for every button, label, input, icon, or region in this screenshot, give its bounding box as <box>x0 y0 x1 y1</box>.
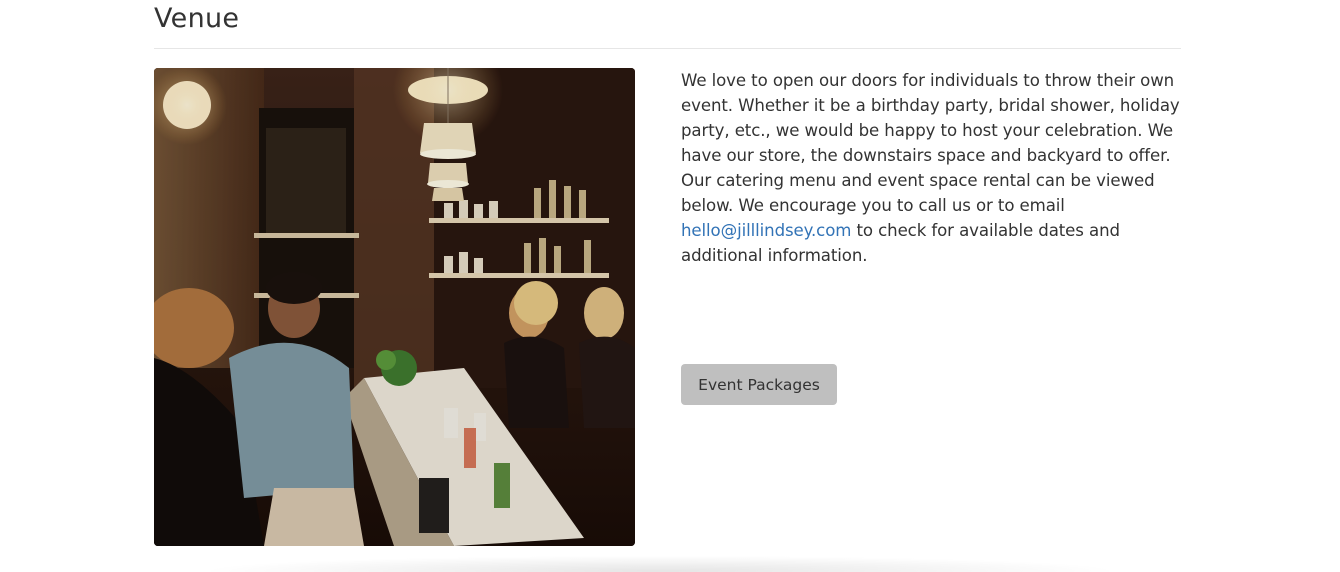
section-title: Venue <box>154 3 240 34</box>
event-packages-button[interactable]: Event Packages <box>681 364 837 405</box>
title-divider <box>154 48 1181 49</box>
venue-section: Venue We love to open our doors for indi… <box>0 0 1340 572</box>
section-bottom-shadow <box>210 556 1110 572</box>
venue-description: We love to open our doors for individual… <box>681 68 1186 268</box>
email-link[interactable]: hello@jilllindsey.com <box>681 221 851 240</box>
description-text-before: We love to open our doors for individual… <box>681 71 1180 215</box>
venue-photo <box>154 68 635 546</box>
